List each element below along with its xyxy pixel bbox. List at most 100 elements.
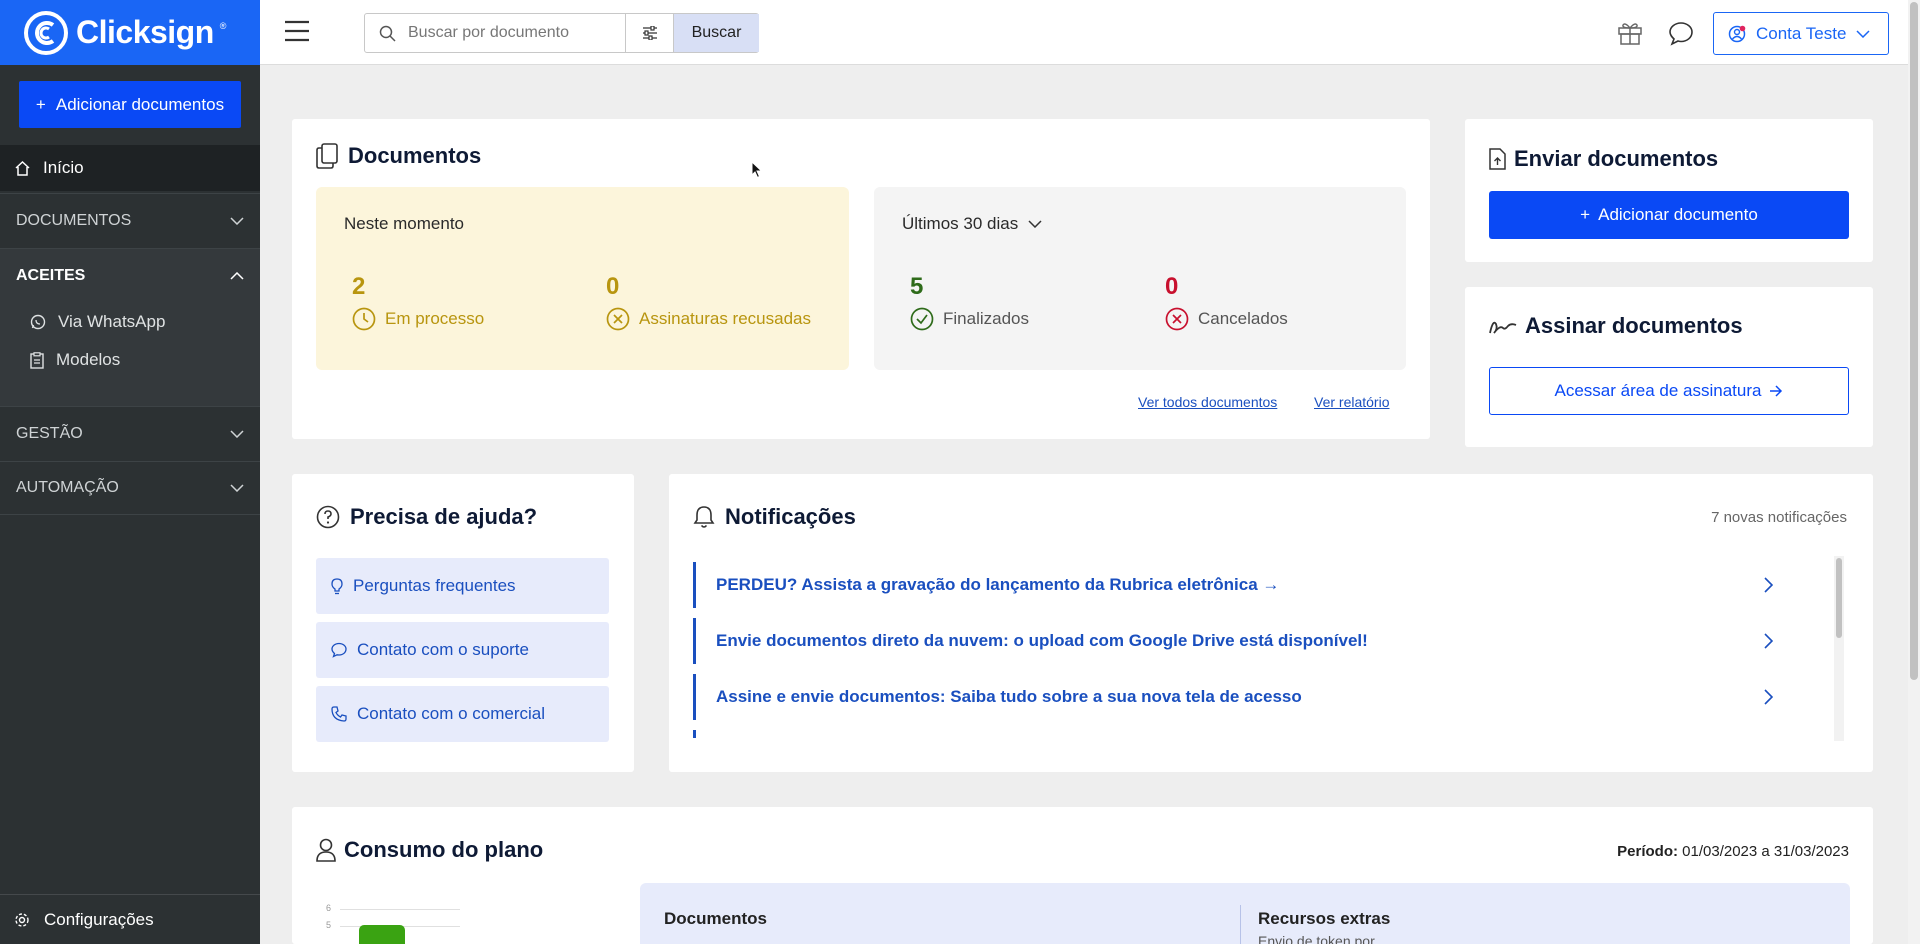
in-process-stat[interactable]: Em processo	[352, 307, 484, 331]
documents-card: Documentos Neste momento 2 Em processo 0…	[292, 119, 1430, 439]
lightbulb-icon	[331, 577, 343, 595]
chevron-right-icon	[1764, 689, 1773, 705]
view-all-documents-link[interactable]: Ver todos documentos	[1138, 394, 1277, 410]
brand-logo[interactable]: Clicksign ®	[0, 0, 260, 65]
sales-contact-button[interactable]: Contato com o comercial	[316, 686, 609, 742]
notifications-count: 7 novas notificações	[1711, 509, 1847, 526]
period-panel: Últimos 30 dias 5 Finalizados 0 Cancelad…	[874, 187, 1406, 370]
faq-label: Perguntas frequentes	[353, 576, 516, 595]
finished-label: Finalizados	[943, 309, 1029, 328]
add-document-button[interactable]: + Adicionar documento	[1489, 191, 1849, 239]
finished-count: 5	[910, 273, 924, 300]
signature-icon	[1489, 316, 1517, 336]
usage-documents-label: Documentos	[664, 909, 767, 928]
notification-text: Assine e envie documentos: Saiba tudo so…	[716, 687, 1302, 706]
help-card: Precisa de ajuda? Perguntas frequentes C…	[292, 474, 634, 772]
send-documents-card: Enviar documentos + Adicionar documento	[1465, 119, 1873, 262]
chevron-right-icon	[1764, 633, 1773, 649]
notification-item[interactable]: Assine e envie documentos: Saiba tudo so…	[693, 674, 1813, 720]
user-icon	[316, 838, 336, 862]
plan-period: Período: 01/03/2023 a 31/03/2023	[1617, 843, 1849, 860]
phone-icon	[331, 706, 347, 722]
chevron-down-icon	[230, 429, 244, 438]
sidebar-section-documentos[interactable]: DOCUMENTOS	[0, 193, 260, 247]
search-icon	[379, 25, 396, 42]
chevron-down-icon	[230, 216, 244, 225]
chart-gridline	[340, 909, 460, 910]
sidebar-section-label: GESTÃO	[16, 424, 83, 442]
notification-item[interactable]: Envie documentos direto da nuvem: o uplo…	[693, 618, 1813, 664]
canceled-count: 0	[1165, 273, 1179, 300]
hamburger-menu-icon[interactable]	[284, 20, 310, 42]
clipboard-icon	[30, 351, 44, 369]
brand-registered-mark: ®	[219, 20, 227, 31]
search-input[interactable]	[408, 24, 608, 42]
sidebar-section-label: AUTOMAÇÃO	[16, 479, 119, 496]
plan-usage-card: Consumo do plano Período: 01/03/2023 a 3…	[292, 807, 1873, 944]
sidebar-item-home[interactable]: Início	[0, 145, 260, 191]
account-name: Conta Teste	[1756, 23, 1847, 43]
plan-title: Consumo do plano	[316, 837, 543, 863]
signing-area-label: Acessar área de assinatura	[1554, 381, 1762, 400]
sidebar-item-modelos[interactable]: Modelos	[30, 350, 120, 370]
faq-button[interactable]: Perguntas frequentes	[316, 558, 609, 614]
canceled-stat[interactable]: Cancelados	[1165, 307, 1288, 331]
refused-stat[interactable]: Assinaturas recusadas	[606, 307, 811, 331]
question-circle-icon	[316, 505, 340, 529]
clicksign-logo-icon	[22, 9, 70, 57]
usage-extras-label: Recursos extras	[1258, 909, 1391, 928]
sidebar-item-label: Modelos	[56, 350, 121, 369]
plan-title-text: Consumo do plano	[344, 837, 544, 862]
finished-stat[interactable]: Finalizados	[910, 307, 1029, 331]
notification-item[interactable]: PERDEU? Assista a gravação do lançamento…	[693, 562, 1813, 608]
sliders-icon	[642, 26, 658, 40]
notifications-scrollbar-thumb[interactable]	[1836, 558, 1842, 638]
in-process-label: Em processo	[385, 309, 485, 328]
period-dropdown[interactable]: Últimos 30 dias	[902, 214, 1042, 234]
sidebar-item-settings[interactable]: Configurações	[0, 894, 260, 944]
notifications-card: Notificações 7 novas notificações PERDEU…	[669, 474, 1873, 772]
sidebar-section-label: ACEITES	[16, 266, 86, 284]
notifications-title: Notificações	[693, 504, 856, 530]
whatsapp-icon	[30, 314, 46, 330]
plan-chart: 6 5	[326, 903, 476, 944]
documents-title: Documentos	[316, 143, 481, 169]
sidebar-section-aceites[interactable]: ACEITES	[0, 248, 260, 302]
sidebar: Clicksign ® + Adicionar documentos Iníci…	[0, 0, 260, 944]
sidebar-section-gestao[interactable]: GESTÃO	[0, 406, 260, 460]
signing-area-button[interactable]: Acessar área de assinatura	[1489, 367, 1849, 415]
send-title-text: Enviar documentos	[1514, 146, 1719, 171]
period-label: Últimos 30 dias	[902, 214, 1019, 233]
add-documents-button[interactable]: + Adicionar documentos	[19, 81, 241, 128]
in-process-count: 2	[352, 273, 366, 300]
help-title-text: Precisa de ajuda?	[350, 504, 538, 529]
sidebar-item-label: Via WhatsApp	[58, 312, 166, 331]
documents-icon	[316, 143, 338, 169]
sidebar-section-label: DOCUMENTOS	[16, 211, 132, 229]
gift-icon[interactable]	[1617, 20, 1643, 46]
notifications-title-text: Notificações	[725, 504, 856, 529]
home-icon	[14, 160, 31, 177]
support-contact-button[interactable]: Contato com o suporte	[316, 622, 609, 678]
period-label: Período:	[1617, 843, 1678, 860]
help-title: Precisa de ajuda?	[316, 504, 537, 530]
brand-name: Clicksign	[76, 14, 214, 50]
notification-item-edge	[693, 730, 696, 738]
view-report-link[interactable]: Ver relatório	[1314, 394, 1389, 410]
sidebar-section-automacao[interactable]: AUTOMAÇÃO	[0, 461, 260, 515]
account-menu-button[interactable]: Conta Teste	[1713, 12, 1889, 55]
period-value: 01/03/2023 a 31/03/2023	[1682, 843, 1849, 860]
user-avatar-icon	[1728, 25, 1746, 43]
chevron-down-icon	[1028, 220, 1042, 228]
filter-button[interactable]	[625, 14, 673, 52]
search-button[interactable]: Buscar	[673, 14, 759, 52]
page-scrollbar-thumb[interactable]	[1910, 2, 1918, 680]
chevron-down-icon	[1856, 29, 1870, 38]
sidebar-item-label: Início	[43, 158, 84, 177]
mouse-cursor-icon	[751, 161, 763, 179]
sign-title: Assinar documentos	[1489, 313, 1743, 339]
sidebar-item-via-whatsapp[interactable]: Via WhatsApp	[30, 312, 165, 332]
canceled-label: Cancelados	[1198, 309, 1288, 328]
chat-icon[interactable]	[1668, 20, 1694, 46]
add-document-label: Adicionar documento	[1598, 205, 1758, 224]
